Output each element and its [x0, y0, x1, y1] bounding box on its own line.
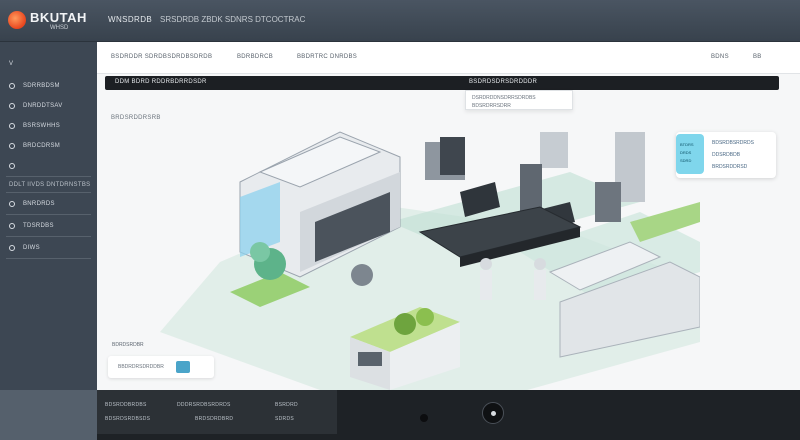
tower-unit	[540, 132, 568, 168]
sidebar-section-title: DDLT IIVDS DNTDRNSTBS	[9, 182, 91, 188]
bottom-label: BDRDSRDBR	[112, 342, 144, 348]
dropdown-menu[interactable]: DSRDRDDNSDRRSDRDBS BDSRDRRSDRR	[465, 90, 573, 110]
circle-icon	[9, 123, 15, 129]
sidebar-item-section-1[interactable]: BNRDRDS	[0, 194, 97, 214]
footer-link[interactable]: BDSRDSRDBSDS	[105, 416, 150, 422]
toolbar: BSDRDDR SDRDBSDRDBSDRDB BDRBDRCB BBDRTRC…	[97, 42, 800, 74]
info-row: DDSRDBDB	[712, 152, 741, 158]
circle-icon	[9, 143, 15, 149]
toolbar-text-mid[interactable]: BDRBDRCB	[237, 54, 273, 60]
sidebar-item-1[interactable]: V	[0, 54, 97, 74]
sphere	[351, 264, 373, 286]
circle-icon	[9, 201, 15, 207]
tower-unit	[520, 164, 542, 212]
info-tag-line: SDRD	[680, 158, 692, 163]
sidebar-divider	[6, 214, 91, 215]
sidebar-item-3[interactable]: DNRDDTSAV	[0, 96, 97, 116]
bottom-panel[interactable]: BBDRDRSDRDDBR	[108, 356, 214, 378]
footer-left	[0, 390, 97, 440]
camera-dot	[420, 414, 428, 422]
home-button[interactable]	[482, 402, 504, 424]
app-subtitle: SRSDRDB ZBDK SDNRS DTCOCTRAC	[160, 15, 306, 24]
sidebar-divider	[6, 192, 91, 193]
footer-link[interactable]: DDDRSRDBSRDRDS	[177, 402, 231, 408]
toolbar-text-right[interactable]: BBDRTRC DNRDBS	[297, 54, 357, 60]
footer-link[interactable]: SDRDS	[275, 416, 294, 422]
sidebar-divider	[6, 176, 91, 177]
sidebar-item-section-3[interactable]: DIWS	[0, 238, 97, 258]
building-window	[358, 352, 382, 366]
sidebar-item-label: TDSRDBS	[23, 223, 54, 229]
bottom-panel-badge[interactable]	[176, 361, 190, 373]
robot-icon	[480, 258, 492, 270]
header-strip: DDM BDRD RDDRBDRRDSDR BSDRDSDRSDRDDDR	[105, 76, 779, 90]
sidebar-item-label: DIWS	[23, 245, 40, 251]
facility-scene	[160, 131, 700, 390]
sidebar-item-section-2[interactable]: TDSRDBS	[0, 216, 97, 236]
sidebar-item-label: BNRDRDS	[23, 201, 55, 207]
logo-icon	[8, 11, 26, 29]
info-tag-line: DRDS	[680, 150, 692, 155]
sidebar-item-label: BRDCDRSM	[23, 143, 61, 149]
info-row: BRDSRDDRSD	[712, 164, 748, 170]
dropdown-line-1[interactable]: DSRDRDDNSDRRSDRDBS	[472, 95, 536, 101]
tower-unit	[440, 137, 465, 175]
tree-icon	[416, 308, 434, 326]
robot-icon	[534, 258, 546, 270]
top-bar: BKUTAH WHSD WNSDRDB SRSDRDB ZBDK SDNRS D…	[0, 0, 800, 42]
circle-icon	[9, 245, 15, 251]
sidebar-item-2[interactable]: SDRRBDSM	[0, 76, 97, 96]
robot-icon	[480, 270, 492, 300]
sidebar-item-label: BSRSWHHS	[23, 123, 61, 129]
sidebar-item-6[interactable]	[0, 156, 97, 176]
toolbar-text-far-right-2[interactable]: BB	[753, 54, 762, 60]
tree-icon	[394, 313, 416, 335]
plant-icon	[250, 242, 270, 262]
info-row: BDSRDBSRDRDS	[712, 140, 754, 146]
screen: BKUTAH WHSD WNSDRDB SRSDRDB ZBDK SDNRS D…	[0, 0, 800, 440]
footer-link[interactable]: BSRDRD	[275, 402, 298, 408]
footer-link[interactable]: BRDSDRDBRD	[195, 416, 233, 422]
sidebar-item-label: DNRDDTSAV	[23, 103, 63, 109]
logo-text: BKUTAH	[30, 10, 87, 25]
sidebar-item-4[interactable]: BSRSWHHS	[0, 116, 97, 136]
circle-icon	[9, 103, 15, 109]
sidebar-item-label: V	[9, 61, 14, 67]
sidebar-item-5[interactable]: BRDCDRSM	[0, 136, 97, 156]
info-tag-line: BTDRS	[680, 142, 694, 147]
circle-icon	[9, 163, 15, 169]
tower-unit	[595, 182, 621, 222]
circle-icon	[9, 83, 15, 89]
logo-subtitle: WHSD	[50, 25, 69, 31]
sidebar: V SDRRBDSM DNRDDTSAV BSRSWHHS BRDCDRSM D…	[0, 42, 97, 390]
robot-icon	[534, 270, 546, 300]
header-strip-left: DDM BDRD RDDRBDRRDSDR	[115, 79, 207, 85]
toolbar-text-far-right[interactable]: BDNS	[711, 54, 729, 60]
bottom-panel-text: BBDRDRSDRDDBR	[118, 364, 164, 370]
app-title: WNSDRDB	[108, 15, 153, 24]
footer-link[interactable]: BDSRDDBRDBS	[105, 402, 147, 408]
footer-links: BDSRDDBRDBS DDDRSRDBSRDRDS BSRDRD BDSRDS…	[97, 390, 337, 434]
dropdown-line-2[interactable]: BDSRDRRSDRR	[472, 103, 511, 109]
sidebar-divider	[6, 258, 91, 259]
sidebar-item-label: SDRRBDSM	[23, 83, 60, 89]
sidebar-divider	[6, 236, 91, 237]
toolbar-text-left[interactable]: BSDRDDR SDRDBSDRDBSDRDB	[111, 54, 212, 60]
circle-icon	[9, 223, 15, 229]
info-tag: BTDRS DRDS SDRD	[676, 134, 704, 174]
header-strip-right: BSDRDSDRSDRDDDR	[469, 79, 538, 85]
